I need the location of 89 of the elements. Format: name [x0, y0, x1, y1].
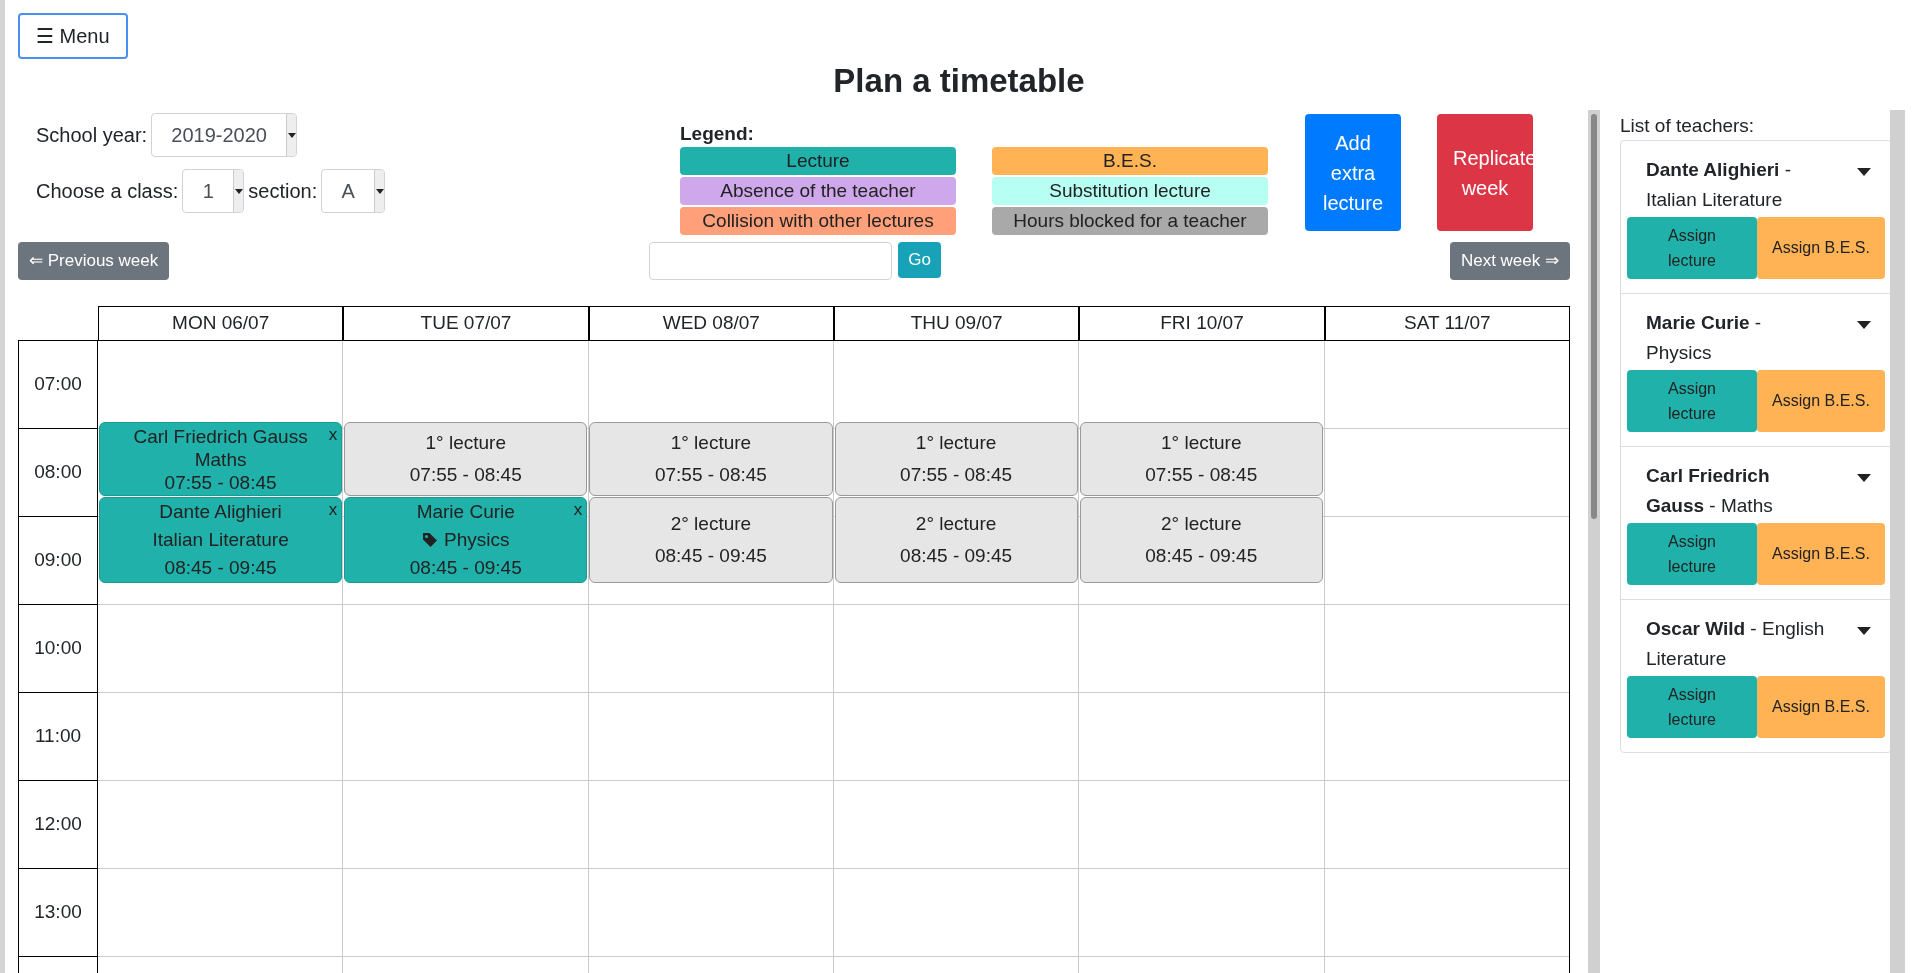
day-header: SAT 11/07	[1324, 306, 1570, 340]
lecture-block[interactable]: 2° lecture 08:45 - 09:45	[834, 497, 1078, 583]
time-range: 08:45 - 09:45	[1145, 544, 1258, 568]
menu-button[interactable]: ☰ Menu	[18, 13, 128, 59]
lecture-block[interactable]: 1° lecture 07:55 - 08:45	[1079, 422, 1323, 496]
tag-icon	[422, 532, 438, 548]
action-button[interactable]: Add extra lecture	[1305, 114, 1401, 231]
legend-item: Absence of the teacher	[680, 177, 956, 205]
select-field[interactable]: A	[321, 169, 386, 213]
remove-button[interactable]: x	[328, 425, 338, 445]
lecture-slot-label: 1° lecture	[670, 431, 752, 455]
caret-icon	[234, 188, 243, 194]
remove-button[interactable]: x	[573, 500, 583, 520]
time-range: 07:55 - 08:45	[409, 463, 522, 487]
lecture-slot-label: 2° lecture	[1161, 512, 1242, 536]
time-label: 11:00	[18, 692, 98, 780]
time-range: 07:55 - 08:45	[654, 463, 767, 487]
dropdown-caret-icon[interactable]	[1857, 627, 1871, 635]
time-range: 08:45 - 09:45	[409, 556, 522, 580]
time-label: 08:00	[18, 428, 98, 516]
assign-lecture-button[interactable]: Assign lecture	[1627, 676, 1757, 738]
lecture-slot-label: 1° lecture	[1161, 431, 1242, 455]
day-header: TUE 07/07	[343, 306, 589, 340]
assign-bes-button[interactable]: Assign B.E.S.	[1757, 676, 1885, 738]
day-header: MON 06/07	[98, 306, 344, 340]
day-header: THU 09/07	[834, 306, 1080, 340]
time-range: 08:45 - 09:45	[654, 544, 767, 568]
time-label: 10:00	[18, 604, 98, 692]
field-label: School year:	[36, 123, 148, 148]
day-header: WED 08/07	[588, 306, 834, 340]
teacher-entry: Dante Alighieri - Italian Literature	[1646, 158, 1792, 212]
lecture-slot-label: 2° lecture	[670, 512, 752, 536]
caret-icon	[375, 188, 384, 194]
teacher-entry: Marie Curie - Physics	[1646, 311, 1763, 365]
legend-item: Collision with other lectures	[680, 207, 956, 235]
field-label: Choose a class:	[36, 179, 179, 204]
lecture-block[interactable]: Marie Curie Physics 08:45 - 09:45 x	[344, 497, 588, 583]
time-range: 07:55 - 08:45	[164, 470, 277, 494]
assign-bes-button[interactable]: Assign B.E.S.	[1757, 370, 1885, 432]
lecture-block[interactable]: 1° lecture 07:55 - 08:45	[834, 422, 1078, 496]
search-field[interactable]	[649, 242, 893, 280]
remove-button[interactable]: x	[328, 500, 338, 520]
select-field[interactable]: 1	[182, 169, 245, 213]
next-week-button[interactable]: Next week ⇒	[1449, 242, 1570, 280]
time-label: 09:00	[18, 516, 98, 604]
lecture-block[interactable]: 2° lecture 08:45 - 09:45	[1079, 497, 1323, 583]
subject-label: Italian Literature	[152, 528, 289, 552]
lecture-slot-label: 1° lecture	[915, 431, 997, 455]
assign-lecture-button[interactable]: Assign lecture	[1627, 370, 1757, 432]
teacher-name: Carl Friedrich Gauss	[133, 424, 308, 448]
lecture-slot-label: 1° lecture	[425, 431, 506, 455]
legend-title: Legend:	[680, 122, 755, 146]
legend-item: Substitution lecture	[992, 177, 1268, 205]
teacher-name: Dante Alighieri	[159, 500, 282, 524]
time-label: 12:00	[18, 780, 98, 868]
dropdown-caret-icon[interactable]	[1857, 321, 1871, 329]
field-label: section:	[248, 179, 318, 204]
legend-item: Hours blocked for a teacher	[992, 207, 1268, 235]
dropdown-caret-icon[interactable]	[1857, 474, 1871, 482]
lecture-block[interactable]: Dante Alighieri Italian Literature 08:45 - 09:45 x	[99, 497, 343, 583]
lecture-slot-label: 2° lecture	[915, 512, 997, 536]
legend-item: B.E.S.	[992, 147, 1268, 175]
assign-bes-button[interactable]: Assign B.E.S.	[1757, 217, 1885, 279]
caret-icon	[287, 132, 296, 138]
day-header: FRI 10/07	[1079, 306, 1325, 340]
assign-bes-button[interactable]: Assign B.E.S.	[1757, 523, 1885, 585]
lecture-block[interactable]: 1° lecture 07:55 - 08:45	[344, 422, 588, 496]
time-label: 13:00	[18, 868, 98, 956]
previous-week-button[interactable]: ⇐ Previous week	[18, 242, 170, 280]
assign-lecture-button[interactable]: Assign lecture	[1627, 217, 1757, 279]
panel-title: List of teachers:	[1620, 114, 1756, 138]
lecture-block[interactable]: Carl Friedrich Gauss Maths 07:55 - 08:45 x	[99, 422, 343, 496]
subject-label: Physics	[422, 526, 510, 554]
assign-lecture-button[interactable]: Assign lecture	[1627, 523, 1757, 585]
lecture-block[interactable]: 1° lecture 07:55 - 08:45	[589, 422, 833, 496]
select-field[interactable]: 2019-2020	[151, 113, 298, 157]
time-range: 07:55 - 08:45	[1145, 463, 1258, 487]
lecture-block[interactable]: 2° lecture 08:45 - 09:45	[589, 497, 833, 583]
page-title: Plan a timetable	[833, 61, 1085, 101]
legend-item: Lecture	[680, 147, 956, 175]
time-range: 07:55 - 08:45	[900, 463, 1013, 487]
teacher-entry: Oscar Wild - English Literature	[1646, 617, 1826, 671]
teacher-entry: Carl Friedrich Gauss - Maths	[1646, 464, 1774, 518]
subject-label: Maths	[194, 447, 247, 471]
teacher-name: Marie Curie	[416, 500, 515, 524]
dropdown-caret-icon[interactable]	[1857, 168, 1871, 176]
time-label: 07:00	[18, 340, 98, 428]
time-range: 08:45 - 09:45	[164, 556, 277, 580]
time-range: 08:45 - 09:45	[900, 544, 1013, 568]
